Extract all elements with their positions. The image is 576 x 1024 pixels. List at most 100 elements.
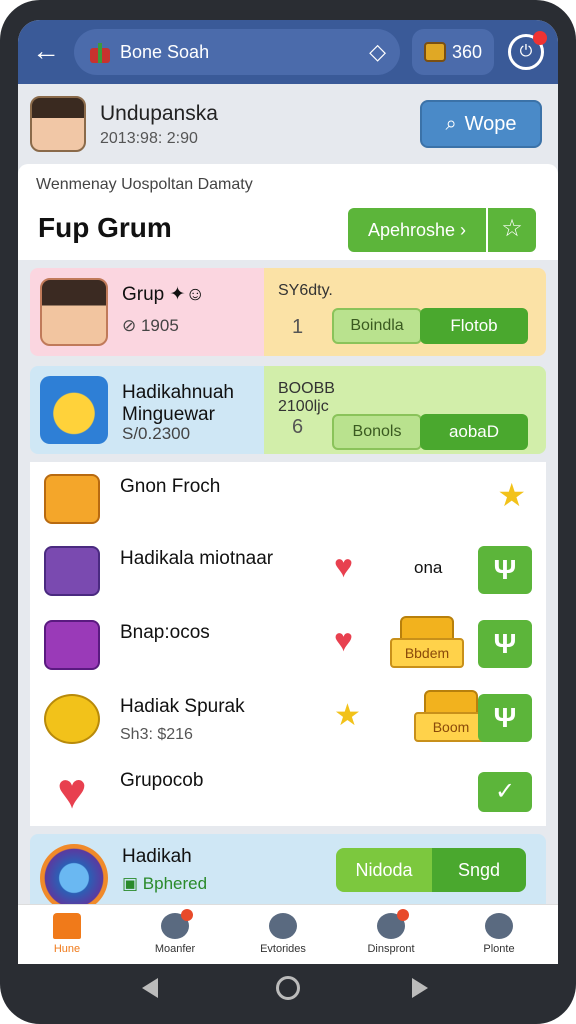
system-back-icon[interactable] — [142, 978, 158, 998]
list-item-title: Gnon Froch — [120, 476, 221, 497]
list-item[interactable]: Hadiak Spurak Sh3: $216 ★ Boom Ψ — [30, 682, 546, 756]
card-title: Hadikah — [122, 846, 192, 867]
card-panel-count: 6 — [292, 416, 304, 438]
list-item-title: Grupocob — [120, 770, 204, 791]
card-primary-button[interactable]: Sngd — [432, 848, 526, 892]
coin-icon — [44, 694, 100, 744]
notification-dot — [181, 909, 193, 921]
title-card-subtitle: Wenmenay Uospoltan Damaty — [36, 176, 253, 193]
list-item-title: Bnap:ocos — [120, 622, 210, 643]
nav-label: Dinspront — [367, 943, 415, 955]
list-item-subtitle: Sh3: $216 — [120, 726, 193, 743]
gift-chest-badge[interactable]: Bbdem — [390, 616, 464, 672]
item-list: Gnon Froch ★ Hadikala miotnaar ♥ ona Ψ B… — [30, 462, 546, 826]
nav-item-discount[interactable]: Dinspront — [346, 909, 436, 963]
profile-header: Undupanska 2013:98: 2:90 ⌕ Wope — [18, 84, 558, 166]
card-subtitle: ⊘ 1905 — [122, 316, 179, 335]
power-icon[interactable]: ⏻ — [508, 31, 547, 70]
card-primary-button[interactable]: Flotob — [420, 308, 528, 344]
checkmark-button[interactable]: ✓ — [478, 772, 532, 812]
search-pill[interactable]: Bone Soah ◇ — [74, 29, 400, 75]
group-card[interactable]: Grup ✦☺ ⊘ 1905 SY6dty. 1 Boindla Flotob — [30, 268, 546, 356]
list-action-button[interactable]: Ψ — [478, 694, 532, 742]
nav-label: Hune — [53, 943, 81, 955]
page-title: Fup Grum — [38, 212, 172, 243]
back-arrow-icon[interactable]: ← — [28, 34, 64, 70]
card-secondary-button[interactable]: Nidoda — [336, 848, 432, 892]
list-item[interactable]: Hadikala miotnaar ♥ ona Ψ — [30, 534, 546, 608]
nav-item-members[interactable]: Moanfer — [130, 909, 220, 963]
gift-chest-badge[interactable]: Boom — [414, 690, 488, 746]
heart-icon[interactable]: ♥ — [334, 548, 353, 585]
system-nav-bar — [0, 964, 576, 1024]
home-icon — [53, 913, 81, 939]
system-home-icon[interactable] — [276, 976, 300, 1000]
list-item[interactable]: Gnon Froch ★ — [30, 462, 546, 536]
nav-label: Plonte — [483, 943, 515, 955]
gift-box-icon — [44, 474, 100, 524]
cash-icon — [44, 546, 100, 596]
chest-lid — [400, 616, 454, 640]
list-item[interactable]: Bnap:ocos ♥ Bbdem Ψ — [30, 608, 546, 682]
group-icon — [269, 913, 297, 939]
heart-icon: ♥ — [57, 763, 87, 819]
person-icon — [161, 909, 193, 939]
card-panel-label: SY6dty. — [278, 282, 333, 299]
star-icon[interactable]: ★ — [497, 476, 526, 514]
heart-icon[interactable]: ♥ — [334, 622, 353, 659]
phone-frame: ← Bone Soah ◇ 360 ⏻ Undupanska 2013:98: … — [0, 0, 576, 1024]
mask-icon — [44, 620, 100, 670]
avatar — [40, 278, 108, 346]
profile-subtitle: 2013:98: 2:90 — [100, 130, 198, 147]
search-button-label: Wope — [464, 112, 517, 135]
chest-label: Boom — [414, 712, 488, 742]
list-action-button[interactable]: Ψ — [478, 620, 532, 668]
card-subtitle: ▣ Bphered — [122, 874, 208, 893]
diamond-icon[interactable]: ◇ — [369, 39, 386, 65]
approach-button[interactable]: Apehroshe › — [348, 208, 486, 252]
sun-coin-icon — [40, 376, 108, 444]
star-icon[interactable]: ★ — [334, 698, 361, 733]
chip-icon — [40, 844, 108, 912]
notification-dot — [397, 909, 409, 921]
card-title: Grup ✦☺ — [122, 284, 205, 305]
nav-item-events[interactable]: Evtorides — [238, 913, 328, 963]
search-button[interactable]: ⌕ Wope — [420, 100, 542, 148]
star-outline-icon[interactable]: ☆ — [488, 208, 536, 252]
approach-button-label: Apehroshe — [367, 219, 456, 240]
chest-label: Bbdem — [390, 638, 464, 668]
title-card: Wenmenay Uospoltan Damaty Fup Grum Apehr… — [18, 164, 558, 260]
card-subtitle: S/0.2300 — [122, 424, 191, 443]
bottom-nav: Hune Moanfer Evtorides Dinspront Plonte — [18, 904, 558, 964]
group-card[interactable]: Hadikahnuah Minguewar S/0.2300 BOOBB 210… — [30, 366, 546, 454]
coin-count: 360 — [451, 41, 483, 62]
card-panel-count: 1 — [292, 316, 304, 338]
list-item-title: Hadikala miotnaar — [120, 548, 274, 569]
top-bar: ← Bone Soah ◇ 360 ⏻ — [18, 20, 558, 84]
search-text: Bone Soah — [120, 41, 210, 62]
notification-dot — [533, 31, 547, 45]
list-action-button[interactable]: Ψ — [478, 546, 532, 594]
nav-item-home[interactable]: Hune — [22, 913, 112, 963]
search-icon: ⌕ — [445, 112, 457, 135]
avatar[interactable] — [30, 96, 86, 152]
list-item[interactable]: ♥ Grupocob ✓ — [30, 756, 546, 830]
nav-label: Evtorides — [260, 943, 306, 955]
system-recents-icon[interactable] — [412, 978, 428, 998]
list-item-title: Hadiak Spurak — [120, 696, 245, 717]
card-action-panel: BOOBB 2100ljc 6 Bonols aobaD — [264, 366, 546, 454]
card-title: Hadikahnuah Minguewar — [122, 382, 234, 425]
tag-icon — [377, 909, 409, 939]
profile-name: Undupanska — [100, 102, 218, 125]
list-item-value: ona — [414, 558, 443, 577]
card-secondary-button[interactable]: Bonols — [332, 414, 422, 450]
card-action-panel: SY6dty. 1 Boindla Flotob — [264, 268, 546, 356]
coin-balance[interactable]: 360 — [412, 29, 494, 75]
gift-icon — [88, 41, 112, 63]
nav-item-profile[interactable]: Plonte — [454, 913, 544, 963]
profile-icon — [485, 913, 513, 939]
card-primary-button[interactable]: aobaD — [420, 414, 528, 450]
nav-label: Moanfer — [154, 943, 196, 955]
card-panel-label: BOOBB 2100ljc — [278, 380, 335, 415]
card-secondary-button[interactable]: Boindla — [332, 308, 422, 344]
